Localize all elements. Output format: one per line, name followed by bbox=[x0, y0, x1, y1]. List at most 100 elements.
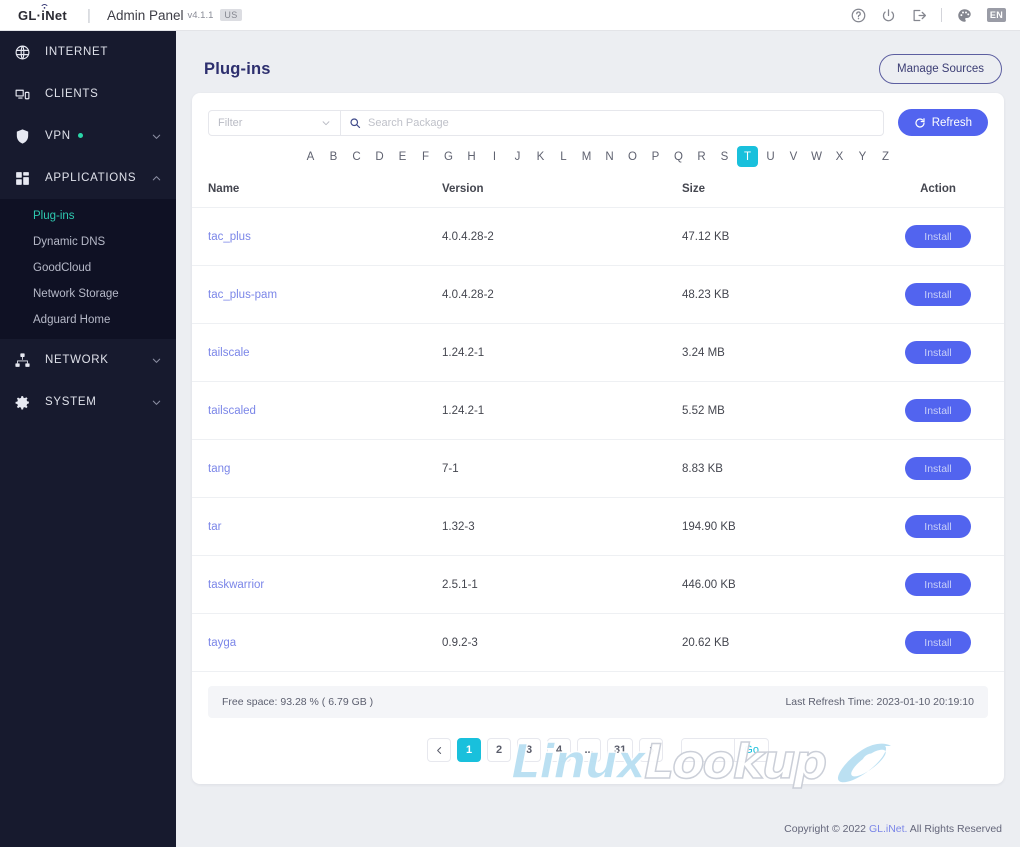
pagination-page-31[interactable]: 31 bbox=[607, 738, 634, 762]
install-button[interactable]: Install bbox=[905, 341, 971, 364]
sidebar-item-system[interactable]: SYSTEM bbox=[0, 381, 176, 423]
alpha-h[interactable]: H bbox=[461, 146, 482, 167]
pagination-page-1[interactable]: 1 bbox=[457, 738, 482, 762]
alpha-s[interactable]: S bbox=[714, 146, 735, 167]
alpha-o[interactable]: O bbox=[622, 146, 643, 167]
plugins-table: Name Version Size Action tac_plus 4.0.4.… bbox=[192, 177, 1004, 672]
install-button[interactable]: Install bbox=[905, 399, 971, 422]
package-name-link[interactable]: tailscaled bbox=[208, 405, 256, 417]
alpha-n[interactable]: N bbox=[599, 146, 620, 167]
filter-select[interactable]: Filter bbox=[209, 110, 341, 135]
alpha-b[interactable]: B bbox=[323, 146, 344, 167]
copyright-prefix: Copyright © 2022 bbox=[784, 823, 869, 835]
chevron-down-icon bbox=[152, 134, 161, 139]
alpha-r[interactable]: R bbox=[691, 146, 712, 167]
sidebar-item-clients[interactable]: CLIENTS bbox=[0, 73, 176, 115]
alpha-z[interactable]: Z bbox=[875, 146, 896, 167]
pagination-page-3[interactable]: 3 bbox=[517, 738, 542, 762]
sidebar-subitem-label: GoodCloud bbox=[33, 262, 92, 274]
brand-logo[interactable]: GL·iNet bbox=[18, 3, 68, 23]
sidebar-item-internet[interactable]: INTERNET bbox=[0, 31, 176, 73]
package-version: 1.24.2-1 bbox=[442, 381, 682, 440]
language-badge[interactable]: EN bbox=[986, 8, 1006, 22]
logout-icon[interactable] bbox=[911, 8, 926, 23]
package-size: 48.23 KB bbox=[682, 265, 872, 324]
alpha-d[interactable]: D bbox=[369, 146, 390, 167]
alpha-v[interactable]: V bbox=[783, 146, 804, 167]
alpha-w[interactable]: W bbox=[806, 146, 827, 167]
pagination-page-4[interactable]: 4 bbox=[547, 738, 572, 762]
copyright-suffix: All Rights Reserved bbox=[907, 823, 1002, 835]
package-name-link[interactable]: tayga bbox=[208, 637, 236, 649]
search-input[interactable] bbox=[368, 116, 875, 129]
alpha-a[interactable]: A bbox=[300, 146, 321, 167]
package-name-link[interactable]: tang bbox=[208, 463, 230, 475]
sidebar-item-dynamic-dns[interactable]: Dynamic DNS bbox=[0, 229, 176, 255]
package-name-link[interactable]: taskwarrior bbox=[208, 579, 264, 591]
install-button[interactable]: Install bbox=[905, 457, 971, 480]
alpha-x[interactable]: X bbox=[829, 146, 850, 167]
package-version: 4.0.4.28-2 bbox=[442, 265, 682, 324]
page-jump-go-button[interactable]: Go bbox=[734, 739, 768, 761]
install-button[interactable]: Install bbox=[905, 573, 971, 596]
alpha-m[interactable]: M bbox=[576, 146, 597, 167]
sidebar-item-plug-ins[interactable]: Plug-ins bbox=[0, 203, 176, 229]
gear-icon bbox=[15, 395, 29, 409]
theme-palette-icon[interactable] bbox=[957, 8, 972, 23]
sidebar-item-network[interactable]: NETWORK bbox=[0, 339, 176, 381]
manage-sources-button[interactable]: Manage Sources bbox=[879, 54, 1002, 84]
globe-icon bbox=[15, 45, 30, 59]
sidebar-item-vpn[interactable]: VPN bbox=[0, 115, 176, 157]
sidebar: INTERNET CLIENTS VPN APPLICATIONS Plug-i… bbox=[0, 31, 176, 847]
pagination-next-button[interactable] bbox=[639, 738, 664, 762]
alpha-c[interactable]: C bbox=[346, 146, 367, 167]
package-name-link[interactable]: tac_plus-pam bbox=[208, 289, 277, 301]
help-icon[interactable] bbox=[851, 8, 866, 23]
refresh-button[interactable]: Refresh bbox=[897, 109, 988, 136]
install-button[interactable]: Install bbox=[905, 515, 971, 538]
alpha-l[interactable]: L bbox=[553, 146, 574, 167]
page-jump: Go bbox=[681, 738, 769, 762]
package-size: 194.90 KB bbox=[682, 497, 872, 556]
search-icon bbox=[350, 117, 361, 128]
alpha-i[interactable]: I bbox=[484, 146, 505, 167]
install-button[interactable]: Install bbox=[905, 283, 971, 306]
alpha-t[interactable]: T bbox=[737, 146, 758, 167]
package-name-link[interactable]: tar bbox=[208, 521, 221, 533]
table-row: tailscale 1.24.2-1 3.24 MB Install bbox=[192, 323, 1004, 382]
brand-text: GL·iNet bbox=[18, 7, 68, 23]
pagination: 1 2 3 4 ... 31 Go bbox=[192, 738, 1004, 762]
package-name-link[interactable]: tailscale bbox=[208, 347, 250, 359]
alpha-u[interactable]: U bbox=[760, 146, 781, 167]
alpha-k[interactable]: K bbox=[530, 146, 551, 167]
gl-inet-link[interactable]: GL.iNet. bbox=[869, 823, 908, 835]
sidebar-item-adguard-home[interactable]: Adguard Home bbox=[0, 307, 176, 333]
alpha-j[interactable]: J bbox=[507, 146, 528, 167]
pagination-prev-button[interactable] bbox=[427, 738, 452, 762]
package-size: 47.12 KB bbox=[682, 207, 872, 266]
package-version: 1.32-3 bbox=[442, 497, 682, 556]
power-icon[interactable] bbox=[881, 8, 896, 23]
network-tree-icon bbox=[15, 352, 30, 367]
page-jump-input[interactable] bbox=[682, 739, 735, 761]
package-version: 7-1 bbox=[442, 439, 682, 498]
pagination-ellipsis[interactable]: ... bbox=[577, 738, 602, 762]
install-button[interactable]: Install bbox=[905, 631, 971, 654]
alpha-g[interactable]: G bbox=[438, 146, 459, 167]
alpha-q[interactable]: Q bbox=[668, 146, 689, 167]
alpha-e[interactable]: E bbox=[392, 146, 413, 167]
pagination-page-2[interactable]: 2 bbox=[487, 738, 512, 762]
install-button[interactable]: Install bbox=[905, 225, 971, 248]
sidebar-subitem-label: Dynamic DNS bbox=[33, 236, 106, 248]
package-name-link[interactable]: tac_plus bbox=[208, 231, 251, 243]
alpha-p[interactable]: P bbox=[645, 146, 666, 167]
alpha-f[interactable]: F bbox=[415, 146, 436, 167]
refresh-button-label: Refresh bbox=[931, 116, 972, 129]
alpha-y[interactable]: Y bbox=[852, 146, 873, 167]
package-size: 446.00 KB bbox=[682, 555, 872, 614]
search-field-wrapper bbox=[341, 116, 883, 129]
wifi-signal-icon bbox=[41, 3, 48, 9]
sidebar-item-goodcloud[interactable]: GoodCloud bbox=[0, 255, 176, 281]
sidebar-item-applications[interactable]: APPLICATIONS bbox=[0, 157, 176, 199]
sidebar-item-network-storage[interactable]: Network Storage bbox=[0, 281, 176, 307]
